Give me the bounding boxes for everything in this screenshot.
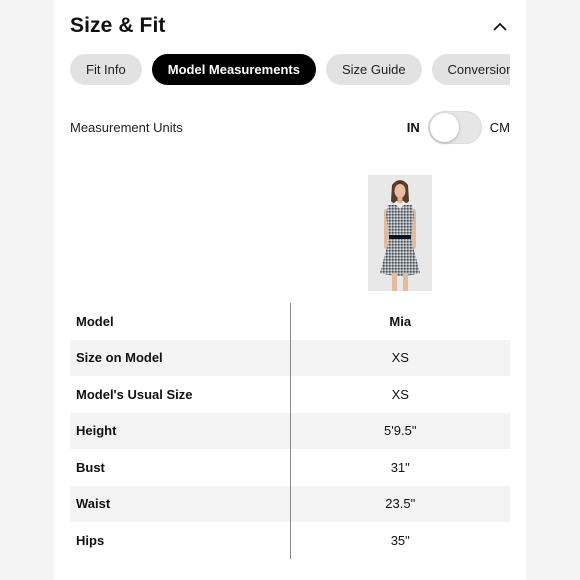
model-photo-illustration bbox=[368, 175, 432, 291]
unit-cm-label[interactable]: CM bbox=[490, 120, 510, 135]
tab-conversion[interactable]: Conversion bbox=[431, 54, 510, 85]
size-tabs: Fit Info Model Measurements Size Guide C… bbox=[70, 54, 510, 86]
row-value: XS bbox=[289, 339, 510, 376]
row-value: XS bbox=[289, 376, 510, 413]
tab-size-guide[interactable]: Size Guide bbox=[325, 54, 422, 85]
model-photo bbox=[368, 175, 432, 291]
measurement-units-label: Measurement Units bbox=[70, 119, 183, 135]
table-row: Model Mia bbox=[70, 303, 510, 340]
units-toggle-group: IN CM bbox=[407, 110, 510, 144]
row-label: Hips bbox=[76, 532, 105, 548]
row-label: Height bbox=[70, 412, 290, 449]
row-value: Mia bbox=[289, 303, 510, 340]
row-label: Model bbox=[76, 313, 114, 329]
table-row: Waist 23.5" bbox=[70, 485, 510, 522]
row-value: 35" bbox=[289, 522, 510, 559]
table-row: Height 5'9.5" bbox=[70, 412, 510, 449]
measurement-units-row: Measurement Units IN CM bbox=[70, 110, 510, 144]
toggle-knob[interactable] bbox=[429, 112, 459, 142]
row-label: Size on Model bbox=[70, 339, 290, 376]
tab-fit-info[interactable]: Fit Info bbox=[70, 54, 142, 85]
row-label: Model's Usual Size bbox=[76, 386, 193, 402]
section-header[interactable]: Size & Fit bbox=[70, 12, 510, 40]
row-label: Waist bbox=[70, 485, 290, 522]
row-value: 23.5" bbox=[289, 485, 510, 522]
row-label: Bust bbox=[76, 459, 105, 475]
tab-model-measurements[interactable]: Model Measurements bbox=[151, 54, 316, 85]
table-row: Model's Usual Size XS bbox=[70, 376, 510, 413]
units-toggle[interactable] bbox=[427, 110, 482, 144]
chevron-up-icon[interactable] bbox=[490, 16, 510, 36]
model-measurements-table: Model Mia Size on Model XS Model's Usual… bbox=[70, 303, 510, 559]
size-fit-panel: Size & Fit Fit Info Model Measurements S… bbox=[54, 0, 526, 580]
section-title: Size & Fit bbox=[70, 14, 166, 37]
table-row: Hips 35" bbox=[70, 522, 510, 559]
table-row: Bust 31" bbox=[70, 449, 510, 486]
row-value: 5'9.5" bbox=[289, 412, 510, 449]
unit-in-label[interactable]: IN bbox=[407, 120, 420, 135]
table-row: Size on Model XS bbox=[70, 339, 510, 376]
row-value: 31" bbox=[289, 449, 510, 486]
